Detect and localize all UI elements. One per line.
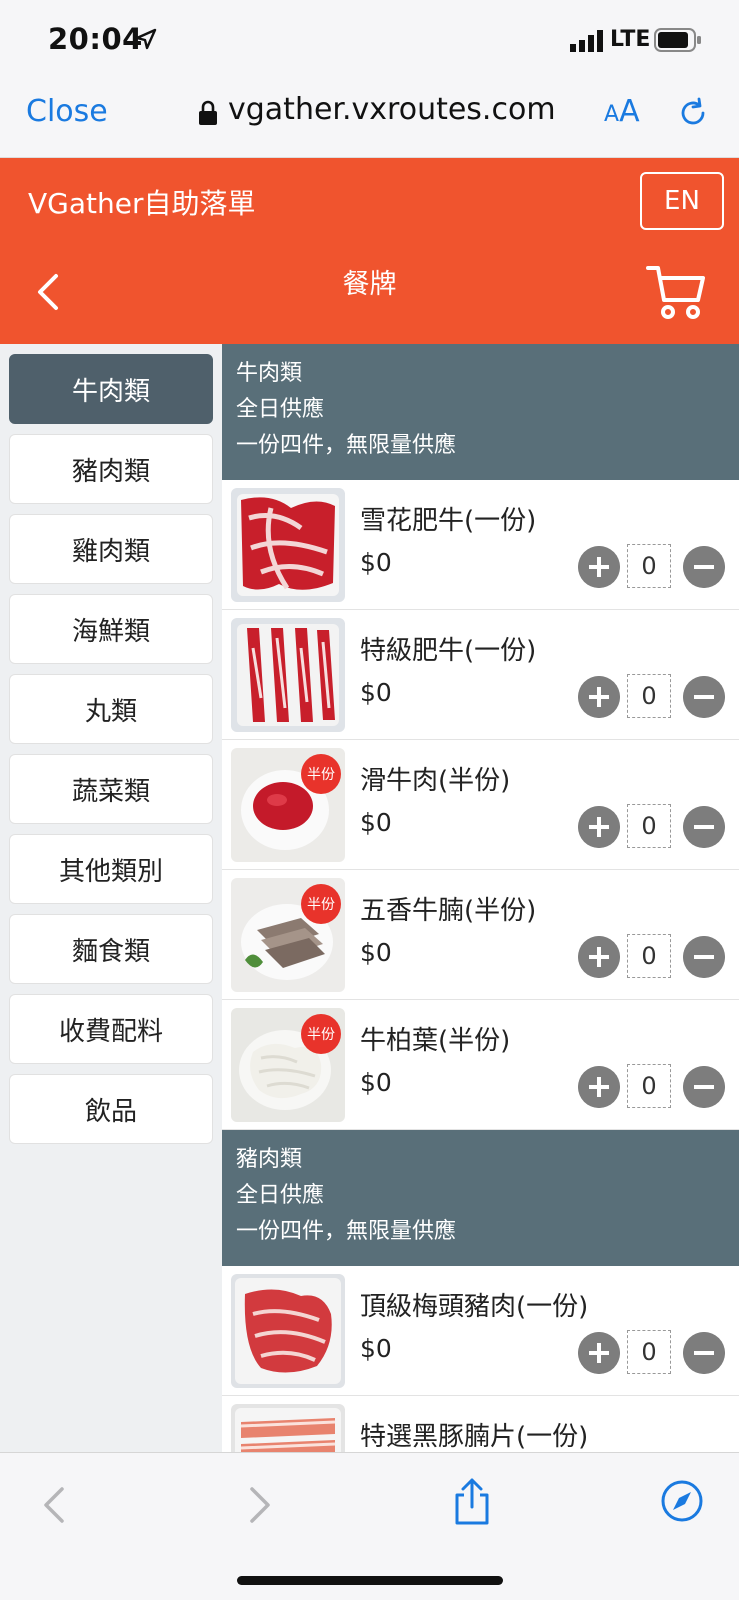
category-sidebar: 牛肉類 豬肉類 雞肉類 海鮮類 丸類 蔬菜類 其他類別 麵食類 收費配料 飲品 xyxy=(0,344,222,1452)
section-header-pork: 豬肉類 全日供應 一份四件，無限量供應 xyxy=(222,1130,739,1266)
battery-icon xyxy=(654,28,701,52)
item-price: $0 xyxy=(360,678,392,707)
item-name: 牛柏葉(半份) xyxy=(360,1026,511,1056)
quantity-field[interactable]: 0 xyxy=(627,1330,671,1374)
quantity-field[interactable]: 0 xyxy=(627,674,671,718)
item-price: $0 xyxy=(360,1068,392,1097)
status-time: 20:04 xyxy=(48,22,143,56)
minus-icon[interactable] xyxy=(683,1332,725,1374)
plus-icon[interactable] xyxy=(578,546,620,588)
section-note: 一份四件，無限量供應 xyxy=(236,433,457,458)
aa-big-label: A xyxy=(619,94,640,129)
sidebar-item-others[interactable]: 其他類別 xyxy=(9,834,213,904)
minus-icon[interactable] xyxy=(683,936,725,978)
compass-icon[interactable] xyxy=(660,1479,704,1523)
item-photo: 半份 xyxy=(231,1008,345,1122)
section-title: 牛肉類 xyxy=(236,361,303,386)
section-note: 一份四件，無限量供應 xyxy=(236,1219,457,1244)
item-photo xyxy=(231,1404,345,1452)
quantity-field[interactable]: 0 xyxy=(627,544,671,588)
minus-icon[interactable] xyxy=(683,806,725,848)
close-button[interactable]: Close xyxy=(26,94,108,129)
item-name: 頂級梅頭豬肉(一份) xyxy=(360,1292,589,1322)
section-header-beef: 牛肉類 全日供應 一份四件，無限量供應 xyxy=(222,344,739,480)
plus-icon[interactable] xyxy=(578,1066,620,1108)
item-photo xyxy=(231,488,345,602)
network-label: LTE xyxy=(610,27,651,52)
quantity-field[interactable]: 0 xyxy=(627,804,671,848)
plus-icon[interactable] xyxy=(578,676,620,718)
half-portion-badge: 半份 xyxy=(301,1014,341,1054)
sidebar-item-drinks[interactable]: 飲品 xyxy=(9,1074,213,1144)
menu-item: 頂級梅頭豬肉(一份) $0 0 xyxy=(222,1266,739,1396)
back-arrow-icon[interactable] xyxy=(42,1485,66,1525)
signal-icon xyxy=(570,30,603,52)
minus-icon[interactable] xyxy=(683,546,725,588)
page-title: 餐牌 xyxy=(342,269,397,300)
plus-icon[interactable] xyxy=(578,806,620,848)
item-photo xyxy=(231,618,345,732)
item-name: 特選黑豚腩片(一份) xyxy=(360,1422,589,1452)
lock-icon xyxy=(199,100,217,125)
home-indicator xyxy=(237,1576,503,1585)
item-photo: 半份 xyxy=(231,878,345,992)
item-name: 特級肥牛(一份) xyxy=(360,636,537,666)
minus-icon[interactable] xyxy=(683,1066,725,1108)
menu-item: 特選黑豚腩片(一份) xyxy=(222,1396,739,1452)
menu-item: 半份 牛柏葉(半份) $0 0 xyxy=(222,1000,739,1130)
item-price: $0 xyxy=(360,808,392,837)
sidebar-item-vegetables[interactable]: 蔬菜類 xyxy=(9,754,213,824)
sidebar-item-beef[interactable]: 牛肉類 xyxy=(9,354,213,424)
app-name: VGather自助落單 xyxy=(28,187,256,220)
item-photo: 半份 xyxy=(231,748,345,862)
item-name: 雪花肥牛(一份) xyxy=(360,506,537,536)
item-price: $0 xyxy=(360,548,392,577)
sidebar-item-seafood[interactable]: 海鮮類 xyxy=(9,594,213,664)
menu-item: 半份 滑牛肉(半份) $0 0 xyxy=(222,740,739,870)
sidebar-item-paid-toppings[interactable]: 收費配料 xyxy=(9,994,213,1064)
half-portion-badge: 半份 xyxy=(301,754,341,794)
minus-icon[interactable] xyxy=(683,676,725,718)
share-icon[interactable] xyxy=(452,1477,492,1525)
browser-bar: Close vgather.vxroutes.com AA xyxy=(0,80,739,158)
item-price: $0 xyxy=(360,1334,392,1363)
app-header: VGather自助落單 EN 餐牌 xyxy=(0,158,739,344)
reload-icon[interactable] xyxy=(676,96,710,130)
section-availability: 全日供應 xyxy=(236,1183,325,1208)
sidebar-item-pork[interactable]: 豬肉類 xyxy=(9,434,213,504)
quantity-field[interactable]: 0 xyxy=(627,934,671,978)
section-title: 豬肉類 xyxy=(236,1147,303,1172)
text-size-button[interactable]: AA xyxy=(604,94,640,129)
menu-item: 半份 五香牛腩(半份) $0 0 xyxy=(222,870,739,1000)
url-field[interactable]: vgather.vxroutes.com xyxy=(228,92,556,127)
menu-item: 特級肥牛(一份) $0 0 xyxy=(222,610,739,740)
item-name: 五香牛腩(半份) xyxy=(360,896,537,926)
aa-small-label: A xyxy=(604,102,620,127)
plus-icon[interactable] xyxy=(578,1332,620,1374)
sidebar-item-chicken[interactable]: 雞肉類 xyxy=(9,514,213,584)
quantity-field[interactable]: 0 xyxy=(627,1064,671,1108)
half-portion-badge: 半份 xyxy=(301,884,341,924)
item-photo xyxy=(231,1274,345,1388)
sidebar-item-balls[interactable]: 丸類 xyxy=(9,674,213,744)
menu-content: 牛肉類 全日供應 一份四件，無限量供應 雪花肥牛(一份) $0 0 特級肥牛(一… xyxy=(222,344,739,1452)
location-arrow-icon xyxy=(135,28,157,50)
item-price: $0 xyxy=(360,938,392,967)
menu-item: 雪花肥牛(一份) $0 0 xyxy=(222,480,739,610)
language-button[interactable]: EN xyxy=(640,172,724,230)
plus-icon[interactable] xyxy=(578,936,620,978)
sidebar-item-noodles[interactable]: 麵食類 xyxy=(9,914,213,984)
forward-arrow-icon[interactable] xyxy=(248,1485,272,1525)
item-name: 滑牛肉(半份) xyxy=(360,766,511,796)
section-availability: 全日供應 xyxy=(236,397,325,422)
status-bar: 20:04 LTE xyxy=(0,0,739,80)
cart-icon[interactable] xyxy=(646,264,706,322)
